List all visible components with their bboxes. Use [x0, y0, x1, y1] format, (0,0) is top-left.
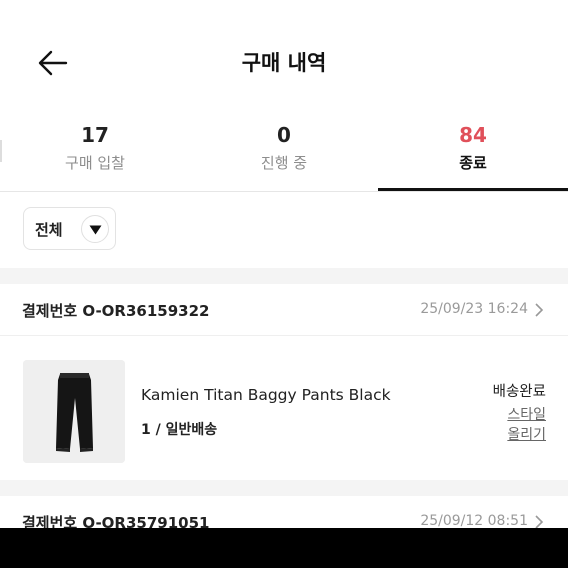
tab-label: 종료 [459, 154, 487, 172]
section-divider [0, 480, 568, 496]
status-tabs: 17 구매 입찰 0 진행 중 84 종료 [0, 118, 568, 192]
pants-image [23, 360, 125, 463]
tab-label: 구매 입찰 [65, 154, 125, 172]
filter-label: 전체 [35, 221, 63, 239]
bottom-bar [0, 528, 568, 568]
order-date: 25/09/12 08:51 [420, 513, 528, 529]
delivery-status: 배송완료 [492, 384, 546, 400]
product-image[interactable] [23, 360, 125, 463]
tab-bidding[interactable]: 17 구매 입찰 [0, 118, 190, 192]
filter-toggle[interactable] [81, 215, 109, 243]
product-name[interactable]: Kamien Titan Baggy Pants Black [141, 386, 391, 404]
style-link-line2: 올리기 [507, 427, 546, 443]
style-link-line1: 스타일 [507, 407, 546, 423]
filter-dropdown[interactable]: 전체 [23, 207, 116, 250]
chevron-right-icon[interactable] [534, 515, 544, 529]
header: 구매 내역 [0, 0, 568, 118]
section-divider [0, 268, 568, 284]
tab-completed[interactable]: 84 종료 [378, 118, 568, 192]
tab-count: 84 [459, 123, 487, 147]
order-number: 결제번호 O-OR36159322 [22, 302, 210, 320]
edge-divider [0, 140, 2, 162]
chevron-right-icon[interactable] [534, 303, 544, 317]
upload-style-link[interactable]: 스타일 올리기 [486, 405, 546, 445]
order-date: 25/09/23 16:24 [420, 301, 528, 317]
tab-label: 진행 중 [260, 154, 308, 172]
caret-down-icon [89, 225, 102, 235]
tab-count: 17 [81, 123, 109, 147]
tab-in-progress[interactable]: 0 진행 중 [189, 118, 379, 192]
order-header[interactable]: 결제번호 O-OR36159322 25/09/23 16:24 [0, 284, 568, 336]
product-option: 1 / 일반배송 [141, 422, 218, 438]
page-title: 구매 내역 [241, 51, 327, 75]
active-tab-indicator [378, 188, 568, 191]
tab-count: 0 [277, 123, 291, 147]
